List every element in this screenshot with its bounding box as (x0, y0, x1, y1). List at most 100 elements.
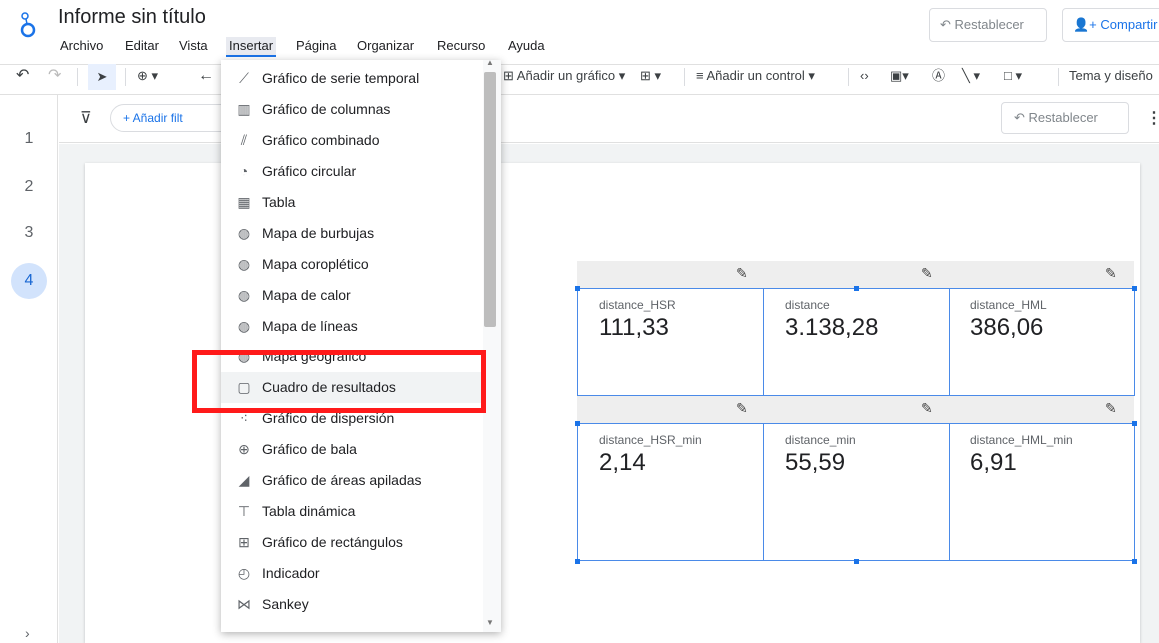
menu-item-sankey[interactable]: ⋈ Sankey (221, 589, 483, 620)
menu-insertar[interactable]: Insertar (226, 37, 277, 57)
menu-vista[interactable]: Vista (176, 37, 211, 57)
resize-handle[interactable] (1132, 559, 1137, 564)
scorecard[interactable]: distance_min 55,59 (763, 423, 950, 561)
menu-item-bullet-chart[interactable]: ⊕ Gráfico de bala (221, 434, 483, 465)
metric-label: distance (785, 298, 830, 312)
reset-button[interactable]: ↶ Restablecer (929, 8, 1047, 42)
add-control-label: Añadir un control (706, 68, 805, 83)
metric-value: 2,14 (599, 449, 646, 476)
resize-handle[interactable] (575, 286, 580, 291)
scorecard[interactable]: distance_HSR_min 2,14 (577, 423, 764, 561)
pencil-icon[interactable]: ✎ (921, 400, 933, 417)
undo-icon[interactable]: ↶ (16, 66, 29, 88)
menu-item-table[interactable]: ▦ Tabla (221, 187, 483, 218)
expand-icon[interactable]: › (25, 625, 30, 641)
menu-editar[interactable]: Editar (122, 37, 162, 57)
resize-handle[interactable] (575, 421, 580, 426)
resize-handle[interactable] (1132, 421, 1137, 426)
menu-item-line-map[interactable]: ◍ Mapa de líneas (221, 311, 483, 342)
menu-item-heat-map[interactable]: ◍ Mapa de calor (221, 280, 483, 311)
menu-archivo[interactable]: Archivo (57, 37, 106, 57)
pencil-icon[interactable]: ✎ (736, 400, 748, 417)
add-chart-icon: ⊞ (503, 68, 517, 83)
resize-handle[interactable] (575, 559, 580, 564)
scroll-up-icon[interactable]: ▲ (486, 58, 494, 67)
redo-icon[interactable]: ↷ (48, 66, 61, 88)
image-icon[interactable]: ▣▾ (890, 66, 909, 88)
menu-organizar[interactable]: Organizar (354, 37, 417, 57)
add-chart-button[interactable]: ⊞ Añadir un gráfico ▾ (503, 66, 625, 88)
undo-icon: ↶ (1014, 110, 1029, 125)
menu-item-column-chart[interactable]: ▥ Gráfico de columnas (221, 94, 483, 125)
code-icon[interactable]: ‹› (860, 66, 869, 88)
metric-label: distance_HSR (599, 298, 676, 312)
zoom-icon[interactable]: ⊕ ▾ (137, 66, 158, 88)
filter-reset-label: Restablecer (1028, 110, 1098, 125)
menu-item-label: Mapa de líneas (262, 318, 358, 334)
pencil-icon[interactable]: ✎ (736, 265, 748, 282)
globe-icon: ◍ (237, 318, 251, 334)
menu-item-treemap[interactable]: ⊞ Gráfico de rectángulos (221, 527, 483, 558)
menu-item-pie-chart[interactable]: ◔ Gráfico circular (221, 156, 483, 187)
menu-item-gauge[interactable]: ◴ Indicador (221, 558, 483, 589)
menu-item-timeseries[interactable]: ⟋ Gráfico de serie temporal (221, 63, 483, 94)
metric-value: 6,91 (970, 449, 1017, 476)
more-options-icon[interactable]: ⋮ (1146, 108, 1159, 128)
menu-item-label: Mapa de calor (262, 287, 351, 303)
toolbar-separator (77, 68, 78, 86)
page-4[interactable]: 4 (11, 263, 47, 299)
pivot-table-icon: ⊤ (237, 503, 251, 519)
metric-label: distance_min (785, 433, 856, 447)
menu-scrollbar-thumb[interactable] (484, 72, 496, 327)
toolbar-separator (1058, 68, 1059, 86)
menu-pagina[interactable]: Página (293, 37, 339, 57)
pencil-icon[interactable]: ✎ (1105, 400, 1117, 417)
resize-handle[interactable] (854, 559, 859, 564)
page-2[interactable]: 2 (0, 178, 58, 196)
menu-item-stacked-area[interactable]: ◢ Gráfico de áreas apiladas (221, 465, 483, 496)
page-3[interactable]: 3 (0, 224, 58, 242)
menu-item-label: Gráfico circular (262, 163, 357, 179)
menu-item-label: Gráfico de bala (262, 441, 357, 457)
theme-button[interactable]: Tema y diseño (1069, 66, 1153, 88)
scorecard[interactable]: distance_HSR 111,33 (577, 288, 764, 396)
back-arrow-icon[interactable]: ← (198, 66, 214, 88)
insert-menu: ⟋ Gráfico de serie temporal ▥ Gráfico de c… (221, 60, 501, 632)
line-icon[interactable]: ╲ ▾ (962, 66, 980, 88)
metric-value: 55,59 (785, 449, 846, 476)
scorecard[interactable]: distance_HML_min 6,91 (949, 423, 1135, 561)
community-viz-icon[interactable]: ⊞ ▾ (640, 66, 661, 88)
menu-item-bubble-map[interactable]: ◍ Mapa de burbujas (221, 218, 483, 249)
filter-icon[interactable]: ⊽ (80, 108, 92, 128)
report-title[interactable]: Informe sin título (58, 6, 206, 29)
menu-item-label: Gráfico de columnas (262, 101, 391, 117)
scroll-down-icon[interactable]: ▼ (486, 618, 494, 627)
select-tool-icon[interactable]: ➤ (88, 64, 116, 90)
scorecard[interactable]: distance 3.138,28 (763, 288, 950, 396)
pencil-icon[interactable]: ✎ (1105, 265, 1117, 282)
looker-studio-logo (20, 12, 36, 38)
menu-item-pivot-table[interactable]: ⊤ Tabla dinámica (221, 496, 483, 527)
text-icon[interactable]: Ⓐ (932, 66, 945, 88)
shape-icon[interactable]: □ ▾ (1004, 66, 1022, 88)
menu-item-label: Tabla dinámica (262, 503, 356, 519)
menu-item-label: Indicador (262, 565, 320, 581)
page-1[interactable]: 1 (0, 130, 58, 148)
pencil-icon[interactable]: ✎ (921, 265, 933, 282)
bullet-chart-icon: ⊕ (238, 441, 250, 457)
add-control-button[interactable]: ≡ Añadir un control ▾ (696, 66, 815, 88)
scorecard[interactable]: distance_HML 386,06 (949, 288, 1135, 396)
resize-handle[interactable] (854, 286, 859, 291)
resize-handle[interactable] (1132, 286, 1137, 291)
menu-recurso[interactable]: Recurso (434, 37, 488, 57)
pie-chart-icon: ◔ (239, 163, 249, 179)
area-chart-icon: ◢ (238, 472, 250, 488)
filter-reset-button[interactable]: ↶ Restablecer (1001, 102, 1129, 134)
menu-item-label: Gráfico de serie temporal (262, 70, 420, 86)
add-chart-label: Añadir un gráfico (516, 68, 616, 83)
menu-ayuda[interactable]: Ayuda (505, 37, 548, 57)
menu-item-combo-chart[interactable]: ⫽ Gráfico combinado (221, 125, 483, 156)
share-button[interactable]: 👤+ Compartir (1062, 8, 1159, 42)
menu-item-choropleth-map[interactable]: ◍ Mapa coroplético (221, 249, 483, 280)
globe-icon: ◍ (237, 225, 251, 241)
